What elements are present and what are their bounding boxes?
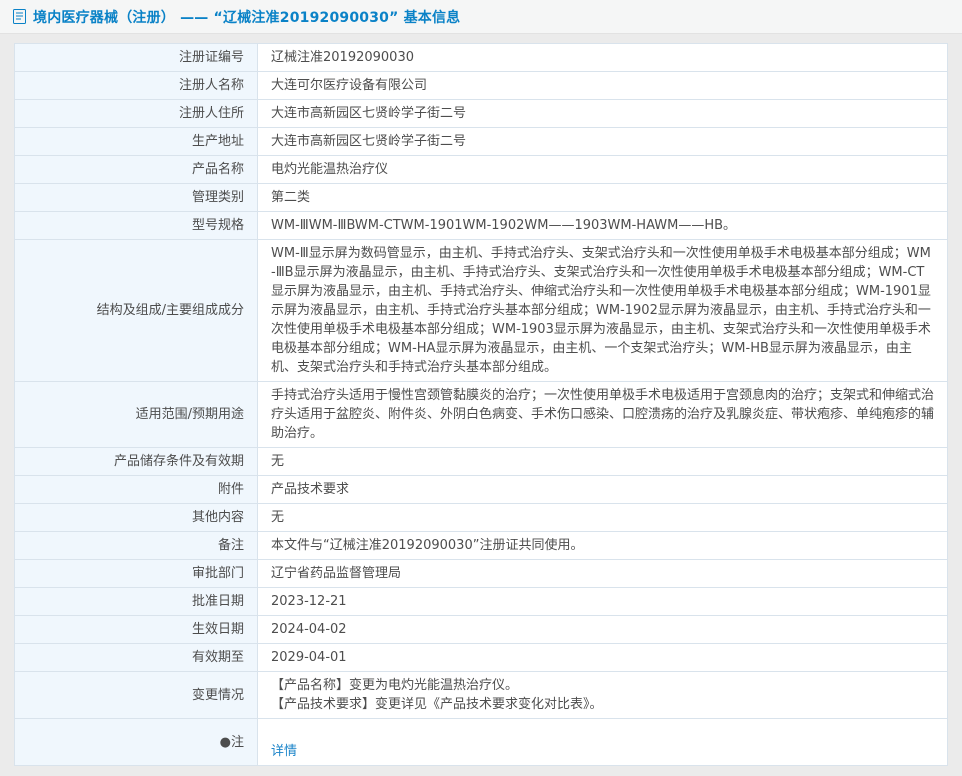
table-row: 生产地址 大连市高新园区七贤岭学子街二号	[15, 128, 948, 156]
table-row: 生效日期 2024-04-02	[15, 616, 948, 644]
table-row: 注册人名称 大连可尔医疗设备有限公司	[15, 72, 948, 100]
page-title: 境内医疗器械（注册） —— “辽械注准20192090030” 基本信息	[33, 7, 460, 27]
row-value: 大连市高新园区七贤岭学子街二号	[258, 128, 948, 156]
row-label: 生产地址	[15, 128, 258, 156]
table-row: 结构及组成/主要组成成分 WM-Ⅲ显示屏为数码管显示，由主机、手持式治疗头、支架…	[15, 240, 948, 382]
row-value: 辽宁省药品监督管理局	[258, 560, 948, 588]
row-label: ●注	[15, 719, 258, 766]
table-row: 管理类别 第二类	[15, 184, 948, 212]
row-label: 有效期至	[15, 644, 258, 672]
row-label: 产品名称	[15, 156, 258, 184]
table-row: 型号规格 WM-ⅢWM-ⅢBWM-CTWM-1901WM-1902WM——190…	[15, 212, 948, 240]
table-row: 审批部门 辽宁省药品监督管理局	[15, 560, 948, 588]
row-label: 管理类别	[15, 184, 258, 212]
document-icon	[13, 9, 26, 24]
title-bar: 境内医疗器械（注册） —— “辽械注准20192090030” 基本信息	[0, 0, 962, 34]
table-row: 产品储存条件及有效期 无	[15, 448, 948, 476]
table-row: 产品名称 电灼光能温热治疗仪	[15, 156, 948, 184]
table-row: ●注 详情	[15, 719, 948, 766]
registration-info-table: 注册证编号 辽械注准20192090030 注册人名称 大连可尔医疗设备有限公司…	[14, 43, 948, 766]
row-value: 手持式治疗头适用于慢性宫颈管黏膜炎的治疗；一次性使用单极手术电极适用于宫颈息肉的…	[258, 382, 948, 448]
table-row: 适用范围/预期用途 手持式治疗头适用于慢性宫颈管黏膜炎的治疗；一次性使用单极手术…	[15, 382, 948, 448]
table-row: 有效期至 2029-04-01	[15, 644, 948, 672]
row-value: 本文件与“辽械注准20192090030”注册证共同使用。	[258, 532, 948, 560]
table-row: 批准日期 2023-12-21	[15, 588, 948, 616]
table-row: 附件 产品技术要求	[15, 476, 948, 504]
row-value: WM-Ⅲ显示屏为数码管显示，由主机、手持式治疗头、支架式治疗头和一次性使用单极手…	[258, 240, 948, 382]
row-label: 结构及组成/主要组成成分	[15, 240, 258, 382]
table-row: 注册人住所 大连市高新园区七贤岭学子街二号	[15, 100, 948, 128]
row-value: 详情	[258, 719, 948, 766]
row-value: 电灼光能温热治疗仪	[258, 156, 948, 184]
row-value: 大连可尔医疗设备有限公司	[258, 72, 948, 100]
row-value: 2024-04-02	[258, 616, 948, 644]
row-label: 备注	[15, 532, 258, 560]
row-label: 型号规格	[15, 212, 258, 240]
row-value: 第二类	[258, 184, 948, 212]
row-label: 产品储存条件及有效期	[15, 448, 258, 476]
row-value: 无	[258, 504, 948, 532]
row-label: 注册人住所	[15, 100, 258, 128]
row-value: 无	[258, 448, 948, 476]
row-label: 批准日期	[15, 588, 258, 616]
row-value: 2029-04-01	[258, 644, 948, 672]
row-value: WM-ⅢWM-ⅢBWM-CTWM-1901WM-1902WM——1903WM-H…	[258, 212, 948, 240]
row-label: 注册证编号	[15, 44, 258, 72]
row-value: 2023-12-21	[258, 588, 948, 616]
table-row: 备注 本文件与“辽械注准20192090030”注册证共同使用。	[15, 532, 948, 560]
row-label: 适用范围/预期用途	[15, 382, 258, 448]
row-value: 【产品名称】变更为电灼光能温热治疗仪。 【产品技术要求】变更详见《产品技术要求变…	[258, 672, 948, 719]
row-value: 产品技术要求	[258, 476, 948, 504]
row-label: 变更情况	[15, 672, 258, 719]
row-label: 审批部门	[15, 560, 258, 588]
row-label: 其他内容	[15, 504, 258, 532]
detail-link[interactable]: 详情	[271, 744, 297, 759]
row-value: 大连市高新园区七贤岭学子街二号	[258, 100, 948, 128]
table-row: 其他内容 无	[15, 504, 948, 532]
row-label: 注册人名称	[15, 72, 258, 100]
row-label: 附件	[15, 476, 258, 504]
row-label: 生效日期	[15, 616, 258, 644]
table-row: 注册证编号 辽械注准20192090030	[15, 44, 948, 72]
row-value: 辽械注准20192090030	[258, 44, 948, 72]
table-row: 变更情况 【产品名称】变更为电灼光能温热治疗仪。 【产品技术要求】变更详见《产品…	[15, 672, 948, 719]
